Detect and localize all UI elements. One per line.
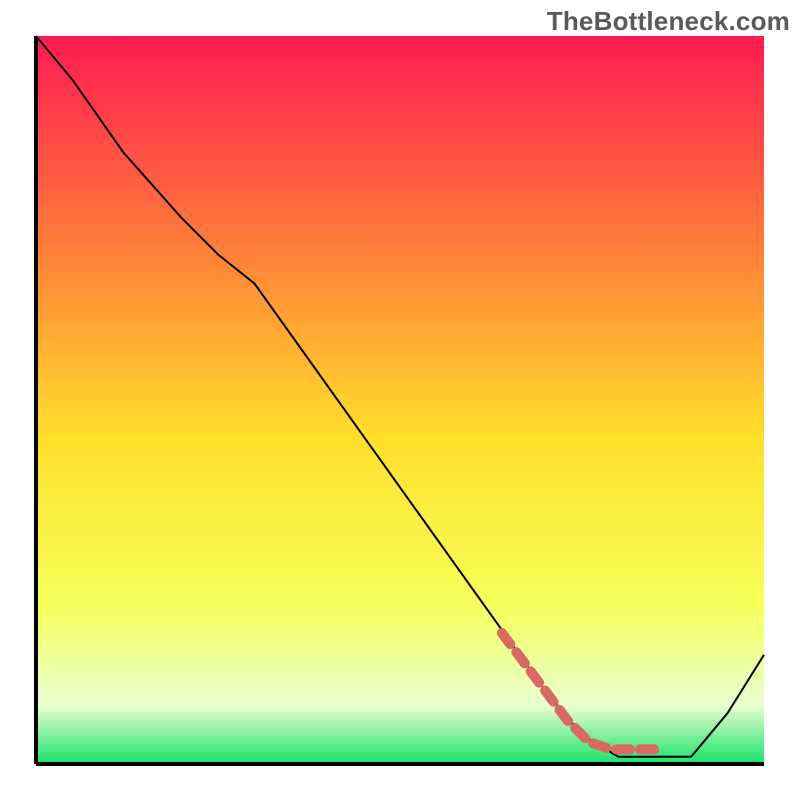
watermark-text: TheBottleneck.com bbox=[547, 6, 790, 37]
plot-background bbox=[36, 36, 764, 764]
chart-container: TheBottleneck.com bbox=[0, 0, 800, 800]
bottleneck-chart bbox=[0, 0, 800, 800]
